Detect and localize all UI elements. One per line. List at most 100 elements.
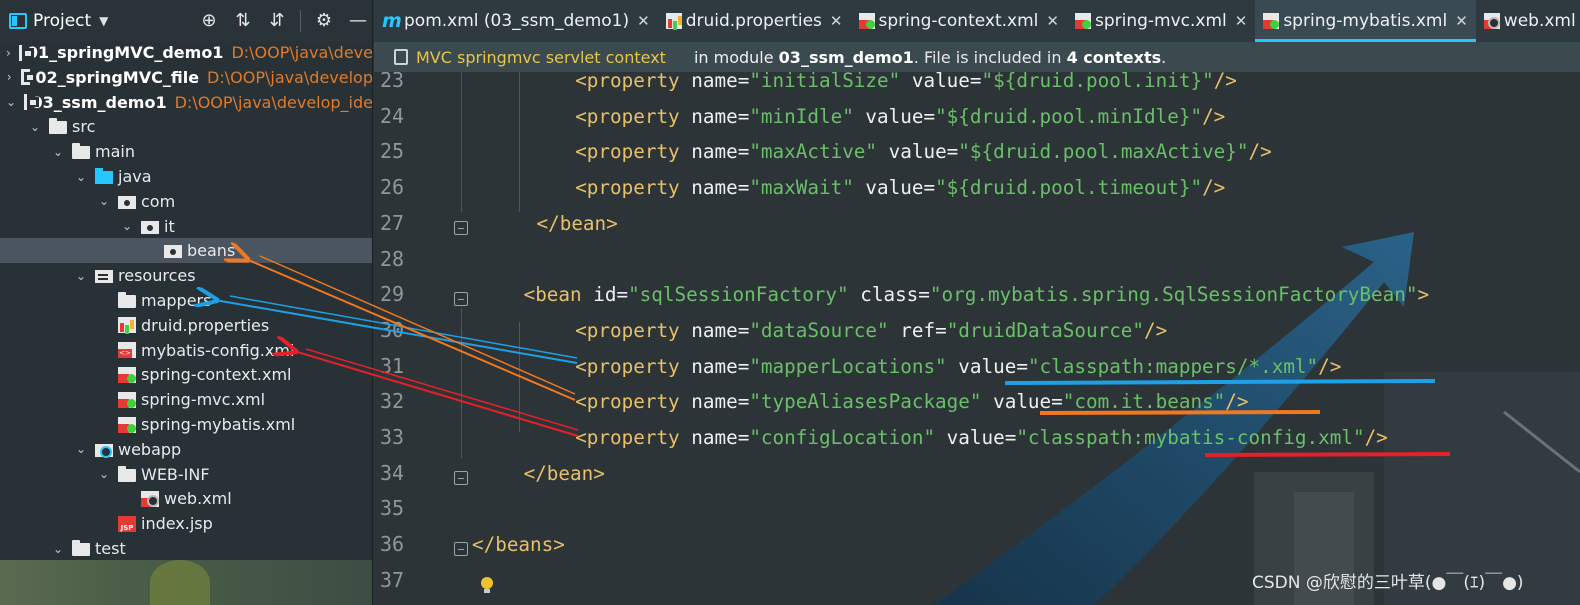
tree-item-label: mappers bbox=[141, 291, 212, 310]
attribute-name: name= bbox=[691, 426, 750, 449]
tab-spring-mvc-xml[interactable]: spring-mvc.xml ✕ bbox=[1067, 0, 1255, 42]
gear-icon[interactable]: ⚙ bbox=[313, 10, 335, 32]
xmlspring-icon bbox=[118, 391, 136, 408]
folder-icon bbox=[118, 465, 136, 482]
context-icon bbox=[394, 49, 408, 65]
attribute-value: "${druid.pool.init}" bbox=[981, 72, 1214, 92]
tree-item-java[interactable]: ⌄ java bbox=[0, 164, 372, 189]
xml-tag: > bbox=[1417, 283, 1430, 307]
code-line[interactable]: <property name="configLocation" value="c… bbox=[575, 426, 1388, 449]
tab-spring-context-xml[interactable]: spring-context.xml ✕ bbox=[851, 0, 1067, 42]
fold-marker-icon[interactable] bbox=[454, 542, 468, 557]
code-line[interactable]: <property name="typeAliasesPackage" valu… bbox=[575, 390, 1248, 413]
project-panel-title[interactable]: Project bbox=[33, 11, 91, 31]
code-line[interactable]: <property name="initialSize" value="${dr… bbox=[575, 72, 1237, 92]
close-icon[interactable]: ✕ bbox=[1235, 12, 1248, 30]
attribute-name: name= bbox=[691, 176, 750, 200]
close-icon[interactable]: ✕ bbox=[1455, 12, 1468, 30]
code-editor[interactable]: 23 24 25 26 27 28 29 30 31 32 33 34 35 36 37 <property… bbox=[374, 72, 1580, 605]
line-number: 37 bbox=[380, 567, 405, 592]
tree-item-index-jsp[interactable]: index.jsp bbox=[0, 511, 372, 536]
folder-icon bbox=[72, 540, 90, 556]
tree-item-spring-context-xml[interactable]: spring-context.xml bbox=[0, 362, 372, 387]
code-line[interactable]: <bean id="sqlSessionFactory" class="org.… bbox=[524, 283, 1429, 306]
tree-item-spring-mybatis-xml[interactable]: spring-mybatis.xml bbox=[0, 412, 372, 437]
tree-item-resources[interactable]: ⌄ resources bbox=[0, 263, 372, 288]
tree-item-druid-properties[interactable]: druid.properties bbox=[0, 313, 372, 338]
xml-tag: </beans> bbox=[472, 533, 565, 557]
code-line[interactable]: </bean> bbox=[524, 462, 605, 485]
chevron-down-icon[interactable]: ⌄ bbox=[52, 542, 64, 556]
tab-label: pom.xml (03_ssm_demo1) bbox=[404, 11, 630, 31]
tree-item-beans[interactable]: beans bbox=[0, 238, 372, 264]
chevron-down-icon[interactable]: ⌄ bbox=[6, 95, 16, 109]
chevron-down-icon[interactable]: ▼ bbox=[99, 14, 108, 28]
expand-all-icon[interactable]: ⇅ bbox=[232, 10, 254, 32]
line-number: 34 bbox=[380, 460, 405, 485]
chevron-down-icon[interactable]: ⌄ bbox=[75, 170, 87, 184]
pkg-icon bbox=[164, 245, 182, 259]
chevron-down-icon[interactable]: ⌄ bbox=[29, 120, 41, 134]
tree-item-03-ssm-demo1[interactable]: ⌄ 03_ssm_demo1 D:\OOP\java\develop_ide bbox=[0, 90, 372, 115]
tree-item-webapp[interactable]: ⌄ webapp bbox=[0, 437, 372, 462]
tree-item-label: spring-context.xml bbox=[141, 365, 292, 385]
chevron-down-icon[interactable]: ⌄ bbox=[98, 194, 110, 208]
context-link[interactable]: MVC springmvc servlet context bbox=[416, 48, 666, 67]
lightbulb-icon[interactable] bbox=[480, 577, 494, 595]
fold-marker-icon[interactable] bbox=[454, 220, 468, 235]
chevron-down-icon[interactable]: ⌄ bbox=[75, 269, 87, 283]
code-line[interactable]: <property name="maxWait" value="${druid.… bbox=[575, 176, 1225, 199]
tab-web-xml[interactable]: web.xml✕ bbox=[1476, 0, 1580, 42]
editor-tab-bar: m pom.xml (03_ssm_demo1) ✕ druid.properties… bbox=[374, 0, 1580, 42]
chevron-right-icon[interactable]: › bbox=[6, 70, 13, 84]
chevron-down-icon[interactable]: ⌄ bbox=[121, 219, 133, 233]
chevron-down-icon[interactable]: ⌄ bbox=[52, 145, 64, 159]
tree-item-main[interactable]: ⌄ main bbox=[0, 139, 372, 164]
line-number: 30 bbox=[380, 317, 405, 342]
chevron-right-icon[interactable]: › bbox=[6, 46, 11, 60]
tree-item-02-springmvc-file[interactable]: › 02_springMVC_file D:\OOP\java\develop bbox=[0, 65, 373, 90]
tree-item-label: src bbox=[72, 117, 96, 137]
code-line[interactable]: </bean> bbox=[537, 212, 618, 235]
tree-item-web-xml[interactable]: web.xml bbox=[0, 486, 372, 511]
line-number: 27 bbox=[380, 210, 405, 235]
fold-marker-icon[interactable] bbox=[454, 470, 468, 485]
close-icon[interactable]: ✕ bbox=[637, 12, 650, 30]
tree-item-com[interactable]: ⌄ com bbox=[0, 189, 372, 214]
chevron-down-icon[interactable]: ⌄ bbox=[75, 442, 87, 456]
attribute-value: "${druid.pool.maxActive}" bbox=[958, 140, 1249, 164]
xml-tag: /> bbox=[1202, 176, 1226, 200]
tab-label: druid.properties bbox=[685, 11, 822, 31]
tree-item-test[interactable]: ⌄ test bbox=[0, 536, 372, 561]
tree-item-mappers[interactable]: mappers bbox=[0, 288, 372, 313]
tree-item-mybatis-config-xml[interactable]: mybatis-config.xml bbox=[0, 338, 372, 363]
tree-item-path: D:\OOP\java\develop bbox=[207, 67, 373, 87]
code-line[interactable]: <property name="mapperLocations" value="… bbox=[575, 355, 1341, 378]
attribute-name: value= bbox=[853, 104, 936, 128]
locate-icon[interactable]: ⊕ bbox=[198, 10, 220, 32]
tab-pom-xml-03-ssm-demo1-[interactable]: m pom.xml (03_ssm_demo1) ✕ bbox=[374, 0, 658, 42]
tree-item-src[interactable]: ⌄ src bbox=[0, 114, 372, 139]
chevron-down-icon[interactable]: ⌄ bbox=[98, 467, 110, 481]
code-line[interactable]: <property name="dataSource" ref="druidDa… bbox=[575, 319, 1167, 342]
tree-item-it[interactable]: ⌄ it bbox=[0, 214, 372, 239]
code-line[interactable]: <property name="maxActive" value="${drui… bbox=[575, 140, 1272, 163]
tree-item-01-springmvc-demo1[interactable]: › 01_springMVC_demo1 D:\OOP\java\deve bbox=[0, 40, 372, 65]
fold-marker-icon[interactable] bbox=[454, 292, 468, 307]
tab-druid-properties[interactable]: druid.properties ✕ bbox=[658, 0, 851, 42]
close-icon[interactable]: ✕ bbox=[830, 12, 843, 30]
tree-item-label: test bbox=[95, 539, 126, 558]
tree-item-label: spring-mybatis.xml bbox=[141, 415, 296, 434]
attribute-name: value= bbox=[981, 390, 1063, 414]
tree-item-web-inf[interactable]: ⌄ WEB-INF bbox=[0, 462, 372, 487]
code-line[interactable]: <property name="minIdle" value="${druid.… bbox=[575, 105, 1225, 128]
attribute-value: "org.mybatis.spring.SqlSessionFactoryBea… bbox=[929, 283, 1418, 307]
tree-item-spring-mvc-xml[interactable]: spring-mvc.xml bbox=[0, 387, 372, 412]
code-line[interactable]: </beans> bbox=[472, 533, 565, 556]
tab-spring-mybatis-xml[interactable]: spring-mybatis.xml ✕ bbox=[1255, 0, 1477, 42]
xml-tag: <property bbox=[575, 426, 692, 449]
attribute-name: name= bbox=[691, 140, 750, 164]
minimize-icon[interactable]: — bbox=[347, 10, 369, 32]
collapse-all-icon[interactable]: ⇵ bbox=[266, 10, 288, 32]
close-icon[interactable]: ✕ bbox=[1046, 12, 1059, 30]
